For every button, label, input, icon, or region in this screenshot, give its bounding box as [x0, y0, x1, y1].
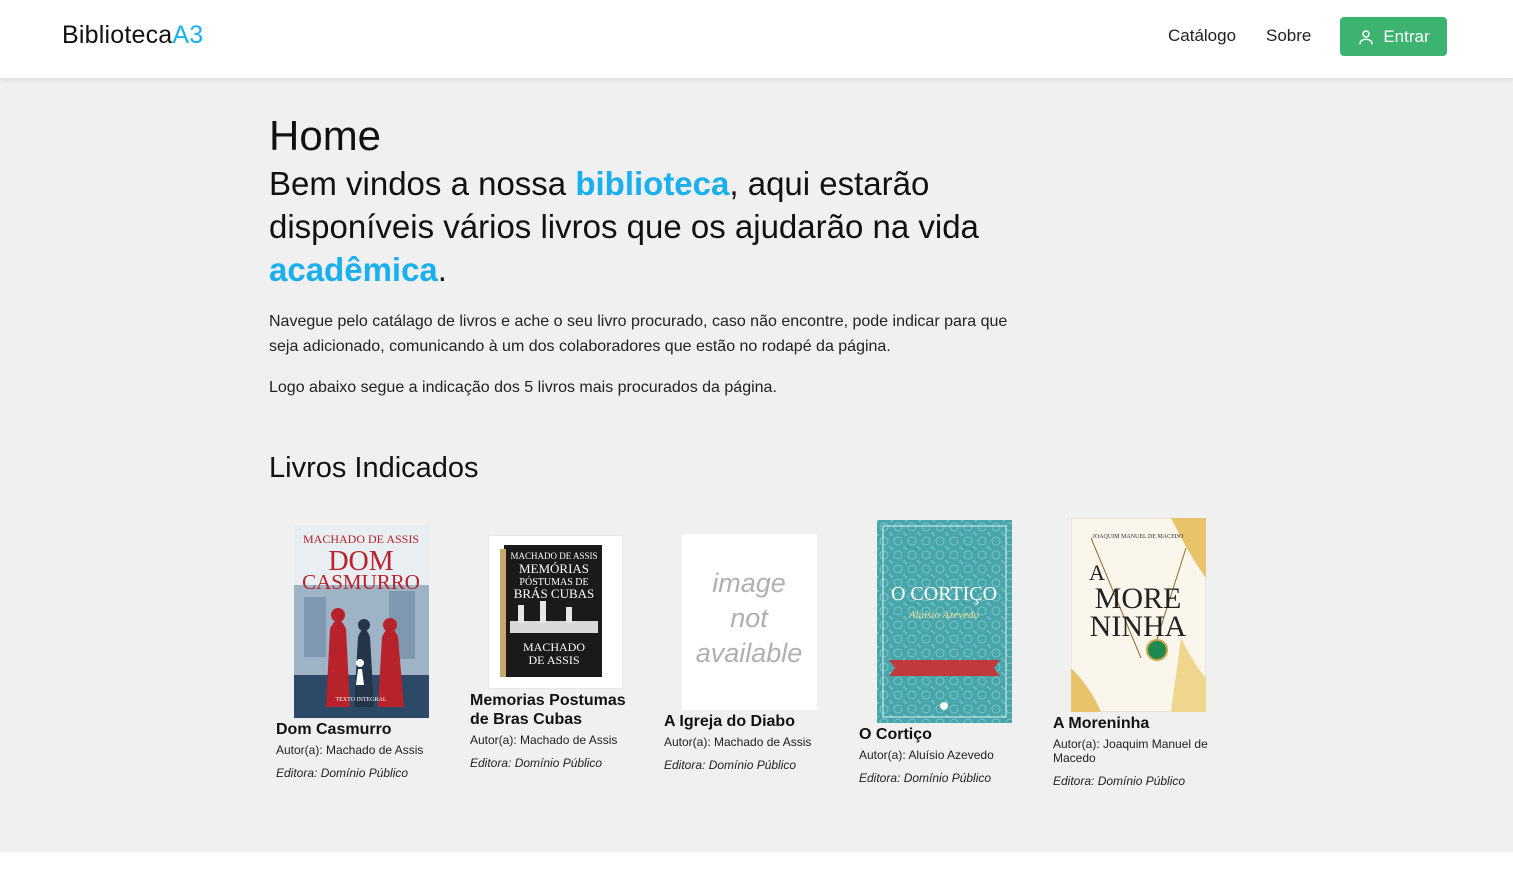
- login-button[interactable]: Entrar: [1340, 17, 1447, 56]
- top-books-paragraph: Logo abaixo segue a indicação dos 5 livr…: [269, 379, 777, 396]
- book-author: Autor(a): Machado de Assis: [664, 735, 812, 749]
- book-publisher: Editora: Domínio Público: [664, 758, 797, 772]
- nav-link-sobre[interactable]: Sobre: [1266, 26, 1311, 46]
- book-publisher: Editora: Domínio Público: [470, 756, 603, 770]
- user-icon: [1359, 29, 1374, 44]
- book-author: Autor(a): Machado de Assis: [276, 743, 424, 757]
- book-card[interactable]: MACHADO DE ASSIS MEMÓRIAS PÓSTUMAS DE BR…: [470, 535, 640, 770]
- placeholder-line-3: available: [695, 638, 802, 668]
- book-cover-memorias-postumas[interactable]: MACHADO DE ASSIS MEMÓRIAS PÓSTUMAS DE BR…: [487, 535, 623, 689]
- book-title[interactable]: O Cortiço: [859, 725, 1029, 744]
- book-card[interactable]: image not available A Igreja do Diabo Au…: [664, 534, 834, 772]
- main-content: Home Bem vindos a nossa biblioteca, aqui…: [269, 110, 1059, 400]
- footer: [0, 852, 1513, 870]
- book-cover-a-moreninha[interactable]: JOAQUIM MANUEL DE MACEDO A MORE NINHA: [1070, 518, 1206, 712]
- login-label: Entrar: [1383, 26, 1430, 46]
- cover-title-line-1: MEMÓRIAS: [518, 561, 588, 576]
- book-title[interactable]: A Igreja do Diabo: [664, 712, 834, 731]
- book-card[interactable]: JOAQUIM MANUEL DE MACEDO A MORE NINHA A …: [1053, 518, 1223, 788]
- book-cover-dom-casmurro[interactable]: MACHADO DE ASSIS DOM CASMURRO TEXTO INTE…: [293, 525, 429, 718]
- welcome-text-1: Bem vindos a nossa: [269, 165, 576, 202]
- welcome-highlight-biblioteca: biblioteca: [575, 165, 730, 202]
- book-cover-image-not-available[interactable]: image not available: [681, 534, 817, 710]
- cover-title-line-3: BRÁS CUBAS: [513, 586, 594, 601]
- placeholder-line-2: not: [730, 603, 769, 633]
- section-title-livros: Livros Indicados: [269, 452, 479, 484]
- top-navbar: BibliotecaA3 Catálogo Sobre Entrar: [0, 0, 1513, 78]
- book-title[interactable]: Memorias Postumas de Bras Cubas: [470, 691, 640, 729]
- welcome-heading: Bem vindos a nossa biblioteca, aqui esta…: [269, 162, 1059, 291]
- welcome-text-3: .: [437, 251, 447, 288]
- book-title[interactable]: Dom Casmurro: [276, 720, 446, 739]
- cover-title-line-3: NINHA: [1089, 610, 1186, 643]
- book-card[interactable]: MACHADO DE ASSIS DOM CASMURRO TEXTO INTE…: [276, 525, 446, 780]
- book-publisher: Editora: Domínio Público: [1053, 774, 1186, 788]
- nav-link-catalogo[interactable]: Catálogo: [1168, 26, 1236, 46]
- book-publisher: Editora: Domínio Público: [859, 771, 992, 785]
- book-author: Autor(a): Aluísio Azevedo: [859, 748, 994, 762]
- cover-author: MACHADO DE ASSIS: [510, 551, 597, 561]
- cover-title: O CORTIÇO: [890, 583, 996, 605]
- book-card[interactable]: O CORTIÇO Aluísio Azevedo O Cortiço Auto…: [859, 520, 1029, 785]
- intro-paragraph: Navegue pelo catálago de livros e ache o…: [269, 313, 1008, 355]
- book-author: Autor(a): Joaquim Manuel de Macedo: [1053, 737, 1208, 765]
- book-author: Autor(a): Machado de Assis: [470, 733, 618, 747]
- brand-logo[interactable]: BibliotecaA3: [62, 21, 203, 50]
- brand-main: Biblioteca: [62, 21, 173, 49]
- cover-title-line-2: CASMURRO: [302, 570, 420, 594]
- cover-author: JOAQUIM MANUEL DE MACEDO: [1092, 534, 1184, 540]
- cover-author: MACHADO DE ASSIS: [302, 532, 418, 546]
- brand-accent: A3: [172, 21, 204, 49]
- book-publisher: Editora: Domínio Público: [276, 766, 409, 780]
- cover-author-bottom-1: MACHADO: [522, 640, 584, 654]
- welcome-highlight-academica: acadêmica: [269, 251, 438, 288]
- book-cover-o-cortico[interactable]: O CORTIÇO Aluísio Azevedo: [876, 520, 1012, 723]
- cover-subtitle: TEXTO INTEGRAL: [335, 697, 386, 703]
- page-title: Home: [269, 112, 382, 159]
- cover-author: Aluísio Azevedo: [907, 609, 979, 621]
- cover-author-bottom-2: DE ASSIS: [528, 653, 579, 667]
- placeholder-line-1: image: [712, 568, 786, 598]
- book-title[interactable]: A Moreninha: [1053, 714, 1223, 733]
